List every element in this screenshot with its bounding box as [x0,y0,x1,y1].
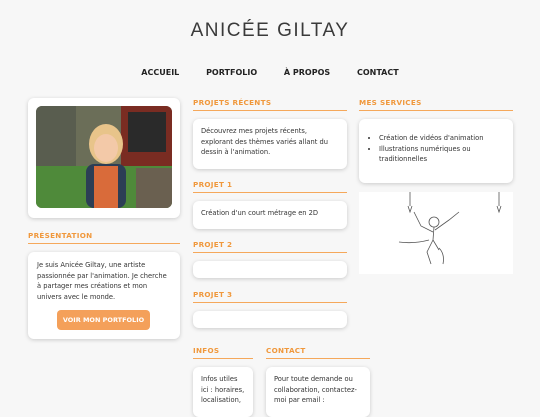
sketch-drawing [398,192,502,265]
presentation-text: Je suis Anicée Giltay, une artiste passi… [37,261,167,302]
project-1-card: Création d'un court métrage en 2D [193,201,347,229]
nav-contact[interactable]: CONTACT [357,68,399,77]
recent-projects-heading: PROJETS RÉCENTS [193,98,347,111]
service-item: Création de vidéos d'animation [379,133,505,144]
contact-heading: CONTACT [266,346,370,359]
project-2-card [193,261,347,278]
services-card: Création de vidéos d'animation Illustrat… [359,119,513,183]
contact-text: Pour toute demande ou collaboration, con… [274,375,357,405]
presentation-heading: PRÉSENTATION [28,231,180,244]
service-item: Illustrations numériques ou traditionnel… [379,144,505,165]
photo-card [28,98,180,218]
services-heading: MES SERVICES [359,98,513,111]
infos-heading: INFOS [193,346,253,359]
infos-text: Infos utiles ici : horaires, localisatio… [201,375,245,405]
recent-projects-card: Découvrez mes projets récents, explorant… [193,119,347,169]
site-title: ANICÉE GILTAY [190,20,350,41]
project-3-heading: PROJET 3 [193,290,347,303]
portfolio-button[interactable]: VOIR MON PORTFOLIO [57,310,150,330]
project-1-heading: PROJET 1 [193,180,347,193]
nav-a-propos[interactable]: À PROPOS [284,68,330,77]
project-1-text: Création d'un court métrage en 2D [201,209,319,217]
services-list: Création de vidéos d'animation Illustrat… [367,133,505,165]
infos-card: Infos utiles ici : horaires, localisatio… [193,367,253,417]
nav-accueil[interactable]: ACCUEIL [141,68,179,77]
project-2-heading: PROJET 2 [193,240,347,253]
animation-sketch [359,192,513,274]
recent-projects-text: Découvrez mes projets récents, explorant… [201,127,328,157]
profile-photo [36,106,172,208]
project-3-card [193,311,347,328]
main-nav: ACCUEIL PORTFOLIO À PROPOS CONTACT [0,68,540,77]
nav-portfolio[interactable]: PORTFOLIO [206,68,257,77]
contact-card: Pour toute demande ou collaboration, con… [266,367,370,417]
